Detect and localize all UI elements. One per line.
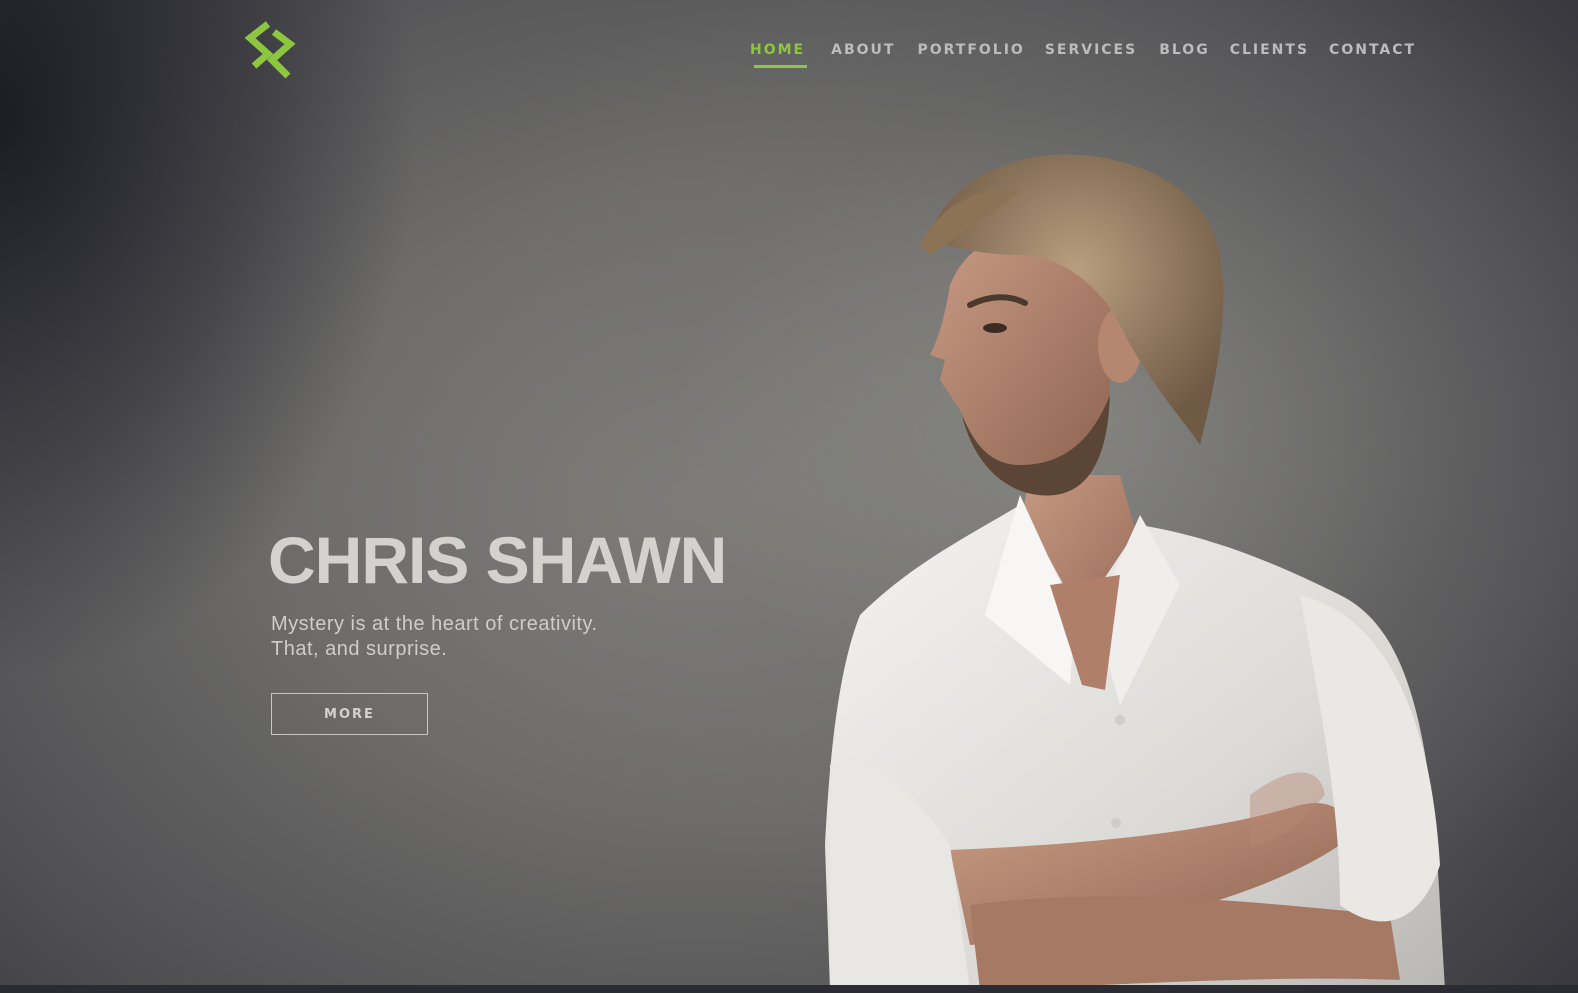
cs-monogram-icon[interactable] [244,20,296,82]
hero-section: HOME ABOUT PORTFOLIO SERVICES BLOG CLIEN… [0,0,1578,993]
main-nav: HOME ABOUT PORTFOLIO SERVICES BLOG CLIEN… [750,38,1416,68]
nav-item-home[interactable]: HOME [750,38,808,68]
nav-item-blog[interactable]: BLOG [1159,38,1210,68]
man-portrait-image [825,154,1445,990]
more-button[interactable]: MORE [271,693,428,735]
tagline-line-1: Mystery is at the heart of creativity. [271,613,598,635]
nav-item-services[interactable]: SERVICES [1045,38,1137,68]
nav-item-portfolio[interactable]: PORTFOLIO [917,38,1024,68]
nav-item-contact[interactable]: CONTACT [1329,38,1416,68]
tagline-line-2: That, and surprise. [271,638,448,660]
nav-item-clients[interactable]: CLIENTS [1230,38,1309,68]
hero-tagline: Mystery is at the heart of creativity. T… [271,612,598,662]
nav-item-about[interactable]: ABOUT [831,38,895,68]
hero-title: CHRIS SHAWN [268,523,727,597]
